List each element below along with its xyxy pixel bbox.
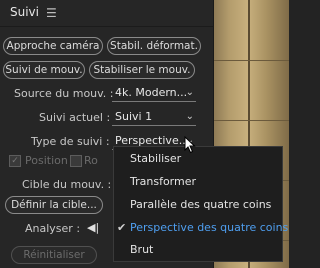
viewer-horizontal-line xyxy=(214,60,289,61)
menu-item-perspective[interactable]: ✔ Perspective des quatre coins xyxy=(114,218,288,238)
hamburger-icon[interactable]: ☰ xyxy=(46,6,57,20)
stabiliser-le-mouv-button[interactable]: Stabiliser le mouv. xyxy=(89,61,195,79)
chevron-down-icon: ⌄ xyxy=(185,87,194,98)
reinitialiser-button[interactable]: Réinitialiser xyxy=(11,246,97,264)
viewer-horizontal-line xyxy=(214,120,289,121)
type-de-suivi-label: Type de suivi : xyxy=(31,135,110,148)
suivi-actuel-dropdown[interactable]: Suivi 1 ⌄ xyxy=(112,108,196,126)
menu-item-parallele[interactable]: Parallèle des quatre coins xyxy=(114,195,282,215)
source-dropdown[interactable]: 4k. Modern... ⌄ xyxy=(112,84,196,102)
chevron-down-icon: ⌄ xyxy=(185,111,194,122)
approche-camera-button[interactable]: Approche caméra xyxy=(3,37,103,55)
suivi-de-mouv-button[interactable]: Suivi de mouv. xyxy=(3,61,85,79)
menu-item-brut[interactable]: Brut xyxy=(114,240,282,260)
analyser-label: Analyser : xyxy=(25,222,81,235)
mouse-cursor-icon xyxy=(184,136,196,154)
step-back-icon[interactable]: ◀| xyxy=(87,221,99,234)
stabil-deformat-button[interactable]: Stabil. déformat. xyxy=(107,37,201,55)
panel-title: Suivi xyxy=(10,5,39,19)
definir-la-cible-button[interactable]: Définir la cible... xyxy=(5,196,103,214)
suivi-actuel-value: Suivi 1 xyxy=(115,110,153,123)
type-de-suivi-menu: Stabiliser Transformer Parallèle des qua… xyxy=(113,146,288,262)
position-label: Position xyxy=(25,154,68,167)
rotation-label: Ro xyxy=(84,154,98,167)
position-checkbox[interactable]: ✓ xyxy=(9,155,21,167)
menu-item-stabiliser[interactable]: Stabiliser xyxy=(114,149,282,169)
source-value: 4k. Modern... xyxy=(115,86,188,99)
rotation-checkbox[interactable] xyxy=(70,155,82,167)
menu-item-transformer[interactable]: Transformer xyxy=(114,172,282,192)
cible-label: Cible du mouv. : xyxy=(22,178,112,191)
suivi-actuel-label: Suivi actuel : xyxy=(39,111,111,124)
source-label: Source du mouv. : xyxy=(14,87,114,100)
checkmark-icon: ✔ xyxy=(117,221,127,234)
panel-header: Suivi ☰ xyxy=(0,0,213,27)
